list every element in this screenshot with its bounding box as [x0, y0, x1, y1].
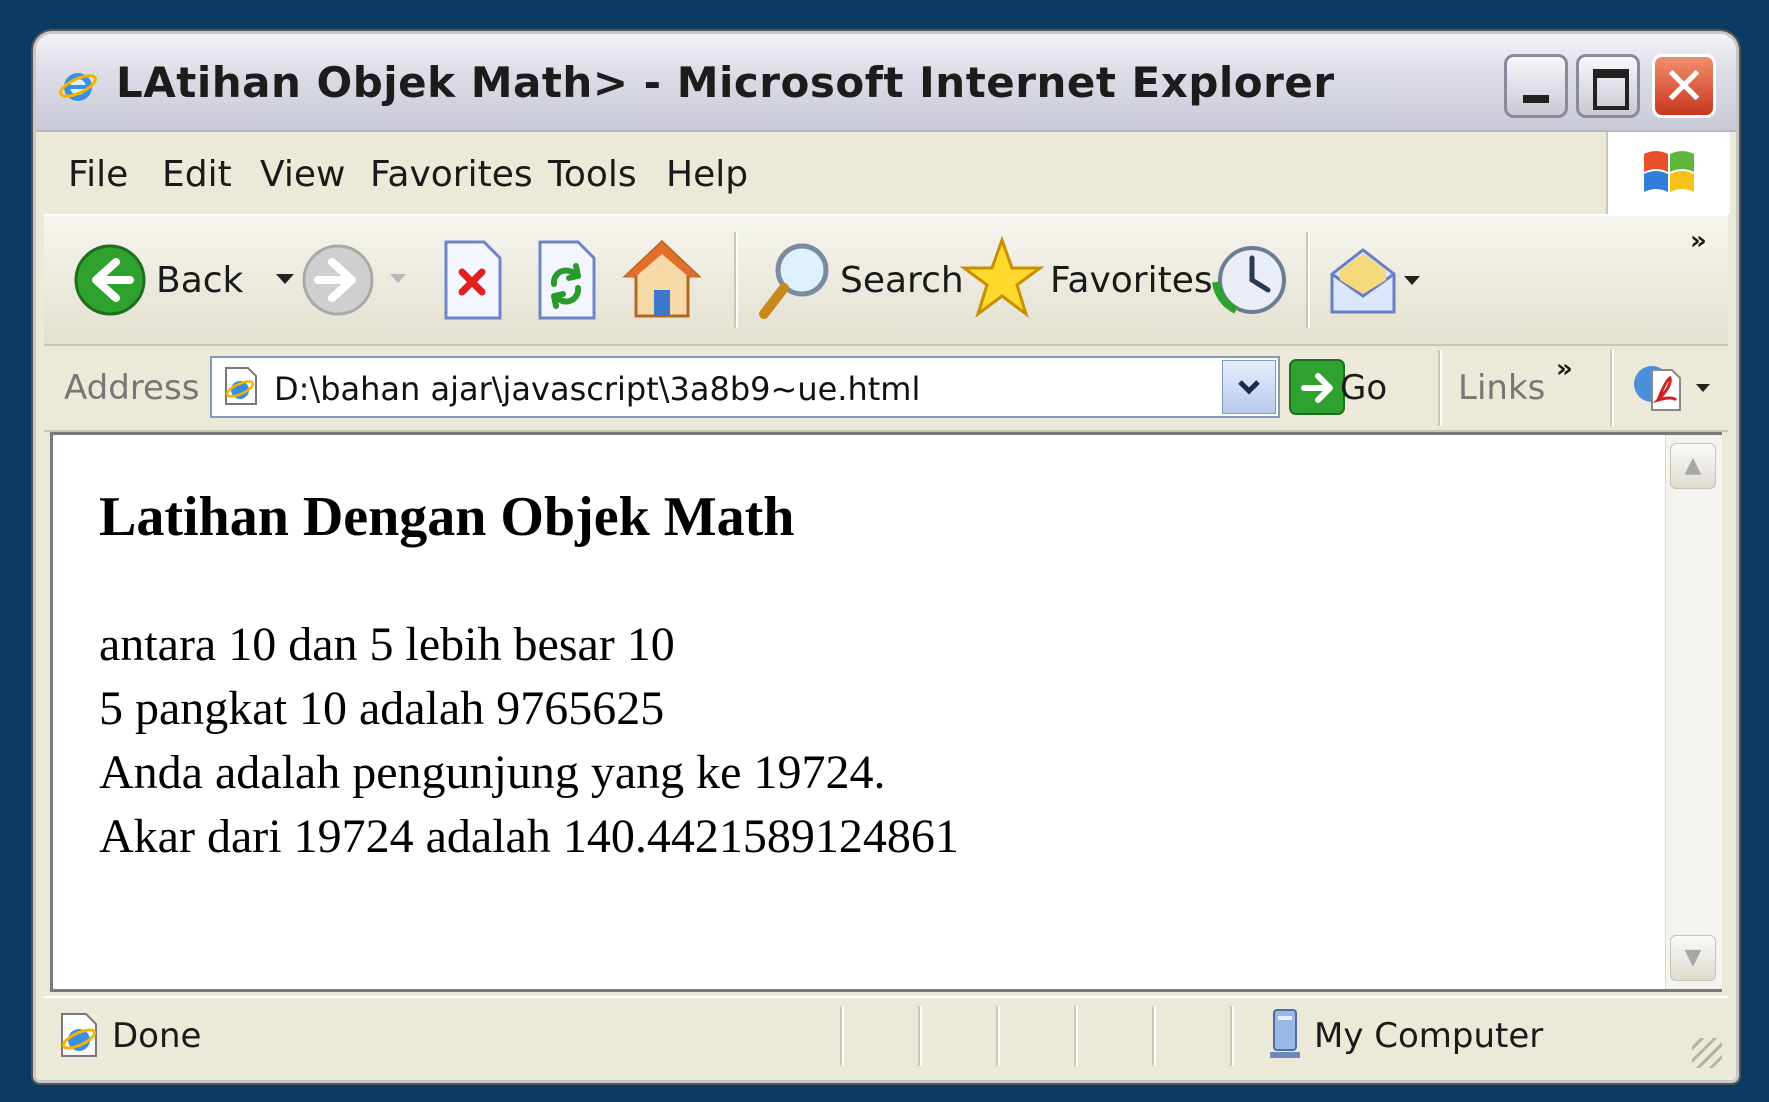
back-label: Back	[156, 260, 244, 301]
star-icon	[959, 235, 1045, 318]
output-line: antara 10 dan 5 lebih besar 10	[99, 618, 675, 671]
menu-help[interactable]: Help	[666, 154, 748, 195]
stop-button[interactable]	[438, 238, 508, 322]
back-arrow-icon	[74, 244, 146, 316]
refresh-icon	[538, 240, 596, 320]
page-output: antara 10 dan 5 lebih besar 10 5 pangkat…	[99, 613, 959, 869]
forward-button[interactable]	[298, 240, 378, 320]
maximize-button[interactable]	[1576, 54, 1640, 118]
standard-toolbar: Back Search Favorites »	[44, 216, 1728, 346]
back-dropdown-icon[interactable]	[276, 274, 294, 284]
my-computer-icon	[1270, 1009, 1300, 1058]
menu-edit[interactable]: Edit	[162, 154, 232, 195]
minimize-button[interactable]	[1504, 54, 1568, 118]
history-icon	[1212, 246, 1286, 314]
forward-dropdown-icon[interactable]	[390, 274, 406, 283]
status-text: Done	[112, 1016, 202, 1056]
search-button[interactable]: Search	[756, 236, 964, 326]
address-value: D:\bahan ajar\javascript\3a8b9~ue.html	[274, 370, 921, 408]
output-line: Akar dari 19724 adalah 140.4421589124861	[99, 810, 959, 863]
page-icon	[225, 367, 257, 405]
menu-favorites[interactable]: Favorites	[370, 154, 533, 195]
chevron-down-icon	[1238, 380, 1260, 395]
mail-dropdown-icon[interactable]	[1404, 276, 1420, 285]
forward-arrow-icon	[302, 244, 374, 316]
history-button[interactable]	[1210, 238, 1290, 322]
resize-grip[interactable]	[1692, 1038, 1722, 1068]
windows-logo-icon	[1606, 132, 1730, 214]
refresh-button[interactable]	[532, 238, 602, 322]
mail-icon	[1330, 248, 1396, 314]
browser-window: LAtihan Objek Math> - Microsoft Internet…	[36, 34, 1736, 1080]
close-icon: ✕	[1662, 57, 1706, 117]
scroll-down-button[interactable]: ▼	[1670, 935, 1716, 981]
mail-button[interactable]	[1328, 240, 1428, 320]
menu-tools[interactable]: Tools	[548, 154, 637, 195]
page-done-icon	[61, 1013, 97, 1057]
vertical-scrollbar[interactable]: ▲ ▼	[1665, 435, 1722, 989]
menu-view[interactable]: View	[260, 154, 345, 195]
links-overflow-chevron[interactable]: »	[1556, 354, 1573, 384]
output-line: Anda adalah pengunjung yang ke 19724.	[99, 746, 886, 799]
address-dropdown-button[interactable]	[1222, 360, 1276, 414]
favorites-label: Favorites	[1050, 260, 1213, 301]
favorites-button[interactable]: Favorites	[959, 234, 1213, 326]
adobe-pdf-icon	[1634, 366, 1681, 411]
title-bar[interactable]: LAtihan Objek Math> - Microsoft Internet…	[36, 34, 1736, 132]
links-label[interactable]: Links	[1458, 368, 1545, 408]
go-label: Go	[1340, 368, 1388, 408]
output-line: 5 pangkat 10 adalah 9765625	[99, 682, 665, 735]
toolbar-overflow-chevron[interactable]: »	[1690, 226, 1707, 256]
pdf-dropdown-icon[interactable]	[1696, 384, 1710, 392]
window-title: LAtihan Objek Math> - Microsoft Internet…	[116, 58, 1335, 107]
status-bar: Done My Computer	[44, 996, 1728, 1074]
stop-icon	[444, 240, 502, 320]
pdf-button[interactable]	[1628, 356, 1718, 420]
address-input[interactable]: D:\bahan ajar\javascript\3a8b9~ue.html	[210, 356, 1280, 418]
search-icon	[759, 243, 829, 319]
home-icon	[622, 239, 702, 318]
back-button[interactable]: Back	[64, 236, 274, 326]
home-button[interactable]	[620, 236, 704, 324]
security-zone-label: My Computer	[1314, 1016, 1544, 1056]
page-content: Latihan Dengan Objek Math antara 10 dan …	[50, 432, 1722, 992]
close-button[interactable]: ✕	[1652, 54, 1716, 118]
search-label: Search	[840, 260, 964, 301]
page-title: Latihan Dengan Objek Math	[99, 486, 795, 548]
go-arrow-icon	[1289, 359, 1345, 415]
internet-explorer-icon	[59, 73, 97, 101]
address-label: Address	[64, 368, 200, 408]
scroll-up-button[interactable]: ▲	[1670, 443, 1716, 489]
menu-bar: File Edit View Favorites Tools Help	[44, 132, 1728, 216]
menu-file[interactable]: File	[68, 154, 128, 195]
address-bar: Address D:\bahan ajar\javascript\3a8b9~u…	[44, 346, 1728, 432]
